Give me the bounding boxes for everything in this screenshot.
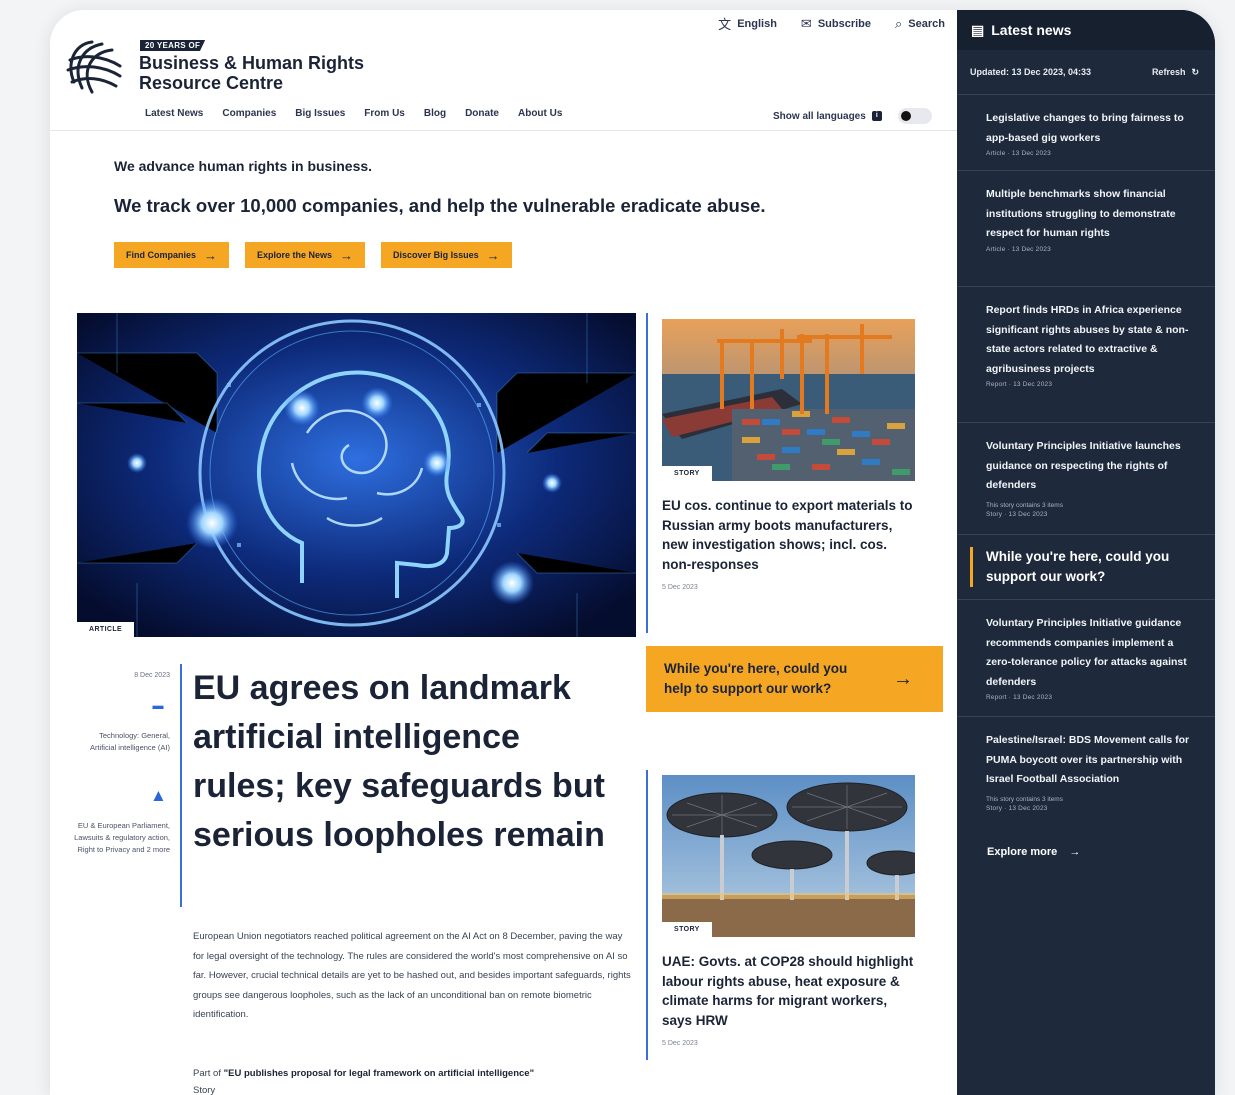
nav-from-us[interactable]: From Us <box>364 108 405 119</box>
feature-date: 8 Dec 2023 <box>134 672 170 679</box>
info-icon[interactable]: i <box>871 111 882 121</box>
feature-issues[interactable]: EU & European Parliament, Lawsuits & reg… <box>74 820 170 856</box>
news-item[interactable]: Voluntary Principles Initiative guidance… <box>957 600 1215 716</box>
show-languages-label: Show all languages <box>773 110 866 122</box>
tagline-primary: We advance human rights in business. <box>114 158 373 174</box>
column-rule <box>646 313 648 633</box>
feature-image[interactable]: ARTICLE <box>77 313 636 637</box>
news-item[interactable]: Palestine/Israel: BDS Movement calls for… <box>957 716 1215 828</box>
explore-more-link[interactable]: Explore more → <box>957 828 1215 858</box>
discover-issues-button[interactable]: Discover Big Issues → <box>381 242 512 268</box>
column-rule <box>646 770 648 1060</box>
story-image-port[interactable]: STORY <box>662 319 915 481</box>
mail-icon: ✉ <box>800 15 812 31</box>
translate-icon: 文 <box>718 17 732 32</box>
refresh-button[interactable]: Refresh ↻ <box>1152 67 1199 78</box>
subscribe-link[interactable]: ✉ Subscribe <box>801 14 871 33</box>
news-item[interactable]: Report finds HRDs in Africa experience s… <box>957 286 1215 422</box>
support-text: While you're here, could you help to sup… <box>664 661 848 696</box>
toggle-knob <box>900 111 911 121</box>
story-title[interactable]: UAE: Govts. at COP28 should highlight la… <box>662 952 915 1030</box>
language-switch: Show all languages i <box>773 108 932 124</box>
shipping-port-photo <box>662 319 915 481</box>
newspaper-icon: ▤ <box>971 21 985 38</box>
browser-frame: 文 English ✉ Subscribe ⌕ Search 20 YEARS OF … <box>50 10 1215 1095</box>
nav-blog[interactable]: Blog <box>424 108 446 119</box>
find-companies-button[interactable]: Find Companies → <box>114 242 230 268</box>
support-banner[interactable]: While you're here, could you help to sup… <box>646 646 943 712</box>
nav-latest-news[interactable]: Latest News <box>145 108 203 119</box>
feature-rule <box>180 664 182 907</box>
header-divider <box>50 130 957 131</box>
latest-news-header: ▤ Latest news <box>957 10 1215 50</box>
nav-big-issues[interactable]: Big Issues <box>295 108 345 119</box>
arrow-right-icon: → <box>1069 846 1081 858</box>
refresh-icon: ↻ <box>1191 66 1199 77</box>
utility-bar: 文 English ✉ Subscribe ⌕ Search <box>718 14 945 33</box>
news-item[interactable]: Voluntary Principles Initiative launches… <box>957 422 1215 534</box>
nav-about-us[interactable]: About Us <box>518 108 562 119</box>
language-link[interactable]: 文 English <box>718 14 777 33</box>
news-item[interactable]: Multiple benchmarks show financial insti… <box>957 170 1215 286</box>
nav-companies[interactable]: Companies <box>222 108 276 119</box>
arrow-right-icon: → <box>204 247 218 263</box>
latest-news-panel: ▤ Latest news Updated: 13 Dec 2023, 04:3… <box>957 10 1215 1095</box>
folder-icon: ▬ <box>152 700 164 712</box>
story-contains: This story contains 3 items <box>986 795 1063 803</box>
story-contains: This story contains 3 items <box>986 501 1063 509</box>
story-title[interactable]: EU cos. continue to export materials to … <box>662 496 915 574</box>
arrow-right-icon: → <box>486 247 500 263</box>
nav-donate[interactable]: Donate <box>465 108 499 119</box>
story-date: 5 Dec 2023 <box>662 1040 698 1047</box>
explore-news-button[interactable]: Explore the News → <box>245 242 366 268</box>
languages-toggle[interactable] <box>897 108 932 124</box>
ai-brain-illustration <box>77 313 636 637</box>
search-icon: ⌕ <box>895 15 903 31</box>
feature-headline[interactable]: EU agrees on landmark artificial intelli… <box>193 664 618 860</box>
solar-trees-photo <box>662 775 915 937</box>
anniversary-badge: 20 YEARS OF <box>140 40 206 51</box>
part-of-link[interactable]: "EU publishes proposal for legal framewo… <box>224 1068 534 1079</box>
story-label: STORY <box>662 922 712 937</box>
sidebar-support-link[interactable]: While you're here, could you support our… <box>957 534 1215 600</box>
latest-news-status: Updated: 13 Dec 2023, 04:33 Refresh ↻ <box>957 50 1215 94</box>
main-nav: Latest News Companies Big Issues From Us… <box>145 108 562 119</box>
org-name[interactable]: Business & Human Rights Resource Centre <box>139 53 399 93</box>
story-date: 5 Dec 2023 <box>662 584 698 591</box>
feature-summary: European Union negotiators reached polit… <box>193 931 631 1020</box>
arrow-right-icon: → <box>893 667 913 690</box>
feature-topics[interactable]: Technology: General, Artificial intellig… <box>74 730 170 754</box>
part-of-line: Part of "EU publishes proposal for legal… <box>193 1068 535 1095</box>
warning-icon: ▲ <box>150 786 167 805</box>
globe-logo-icon[interactable] <box>62 36 124 98</box>
news-item[interactable]: Legislative changes to bring fairness to… <box>957 94 1215 170</box>
story-label: STORY <box>662 466 712 481</box>
arrow-right-icon: → <box>340 247 354 263</box>
story-image-solar[interactable]: STORY <box>662 775 915 937</box>
updated-time: Updated: 13 Dec 2023, 04:33 <box>970 67 1092 77</box>
tagline-secondary: We track over 10,000 companies, and help… <box>114 195 766 216</box>
cta-group: Find Companies → Explore the News → Discov… <box>114 242 512 268</box>
article-label: ARTICLE <box>77 622 135 637</box>
search-link[interactable]: ⌕ Search <box>895 14 945 33</box>
